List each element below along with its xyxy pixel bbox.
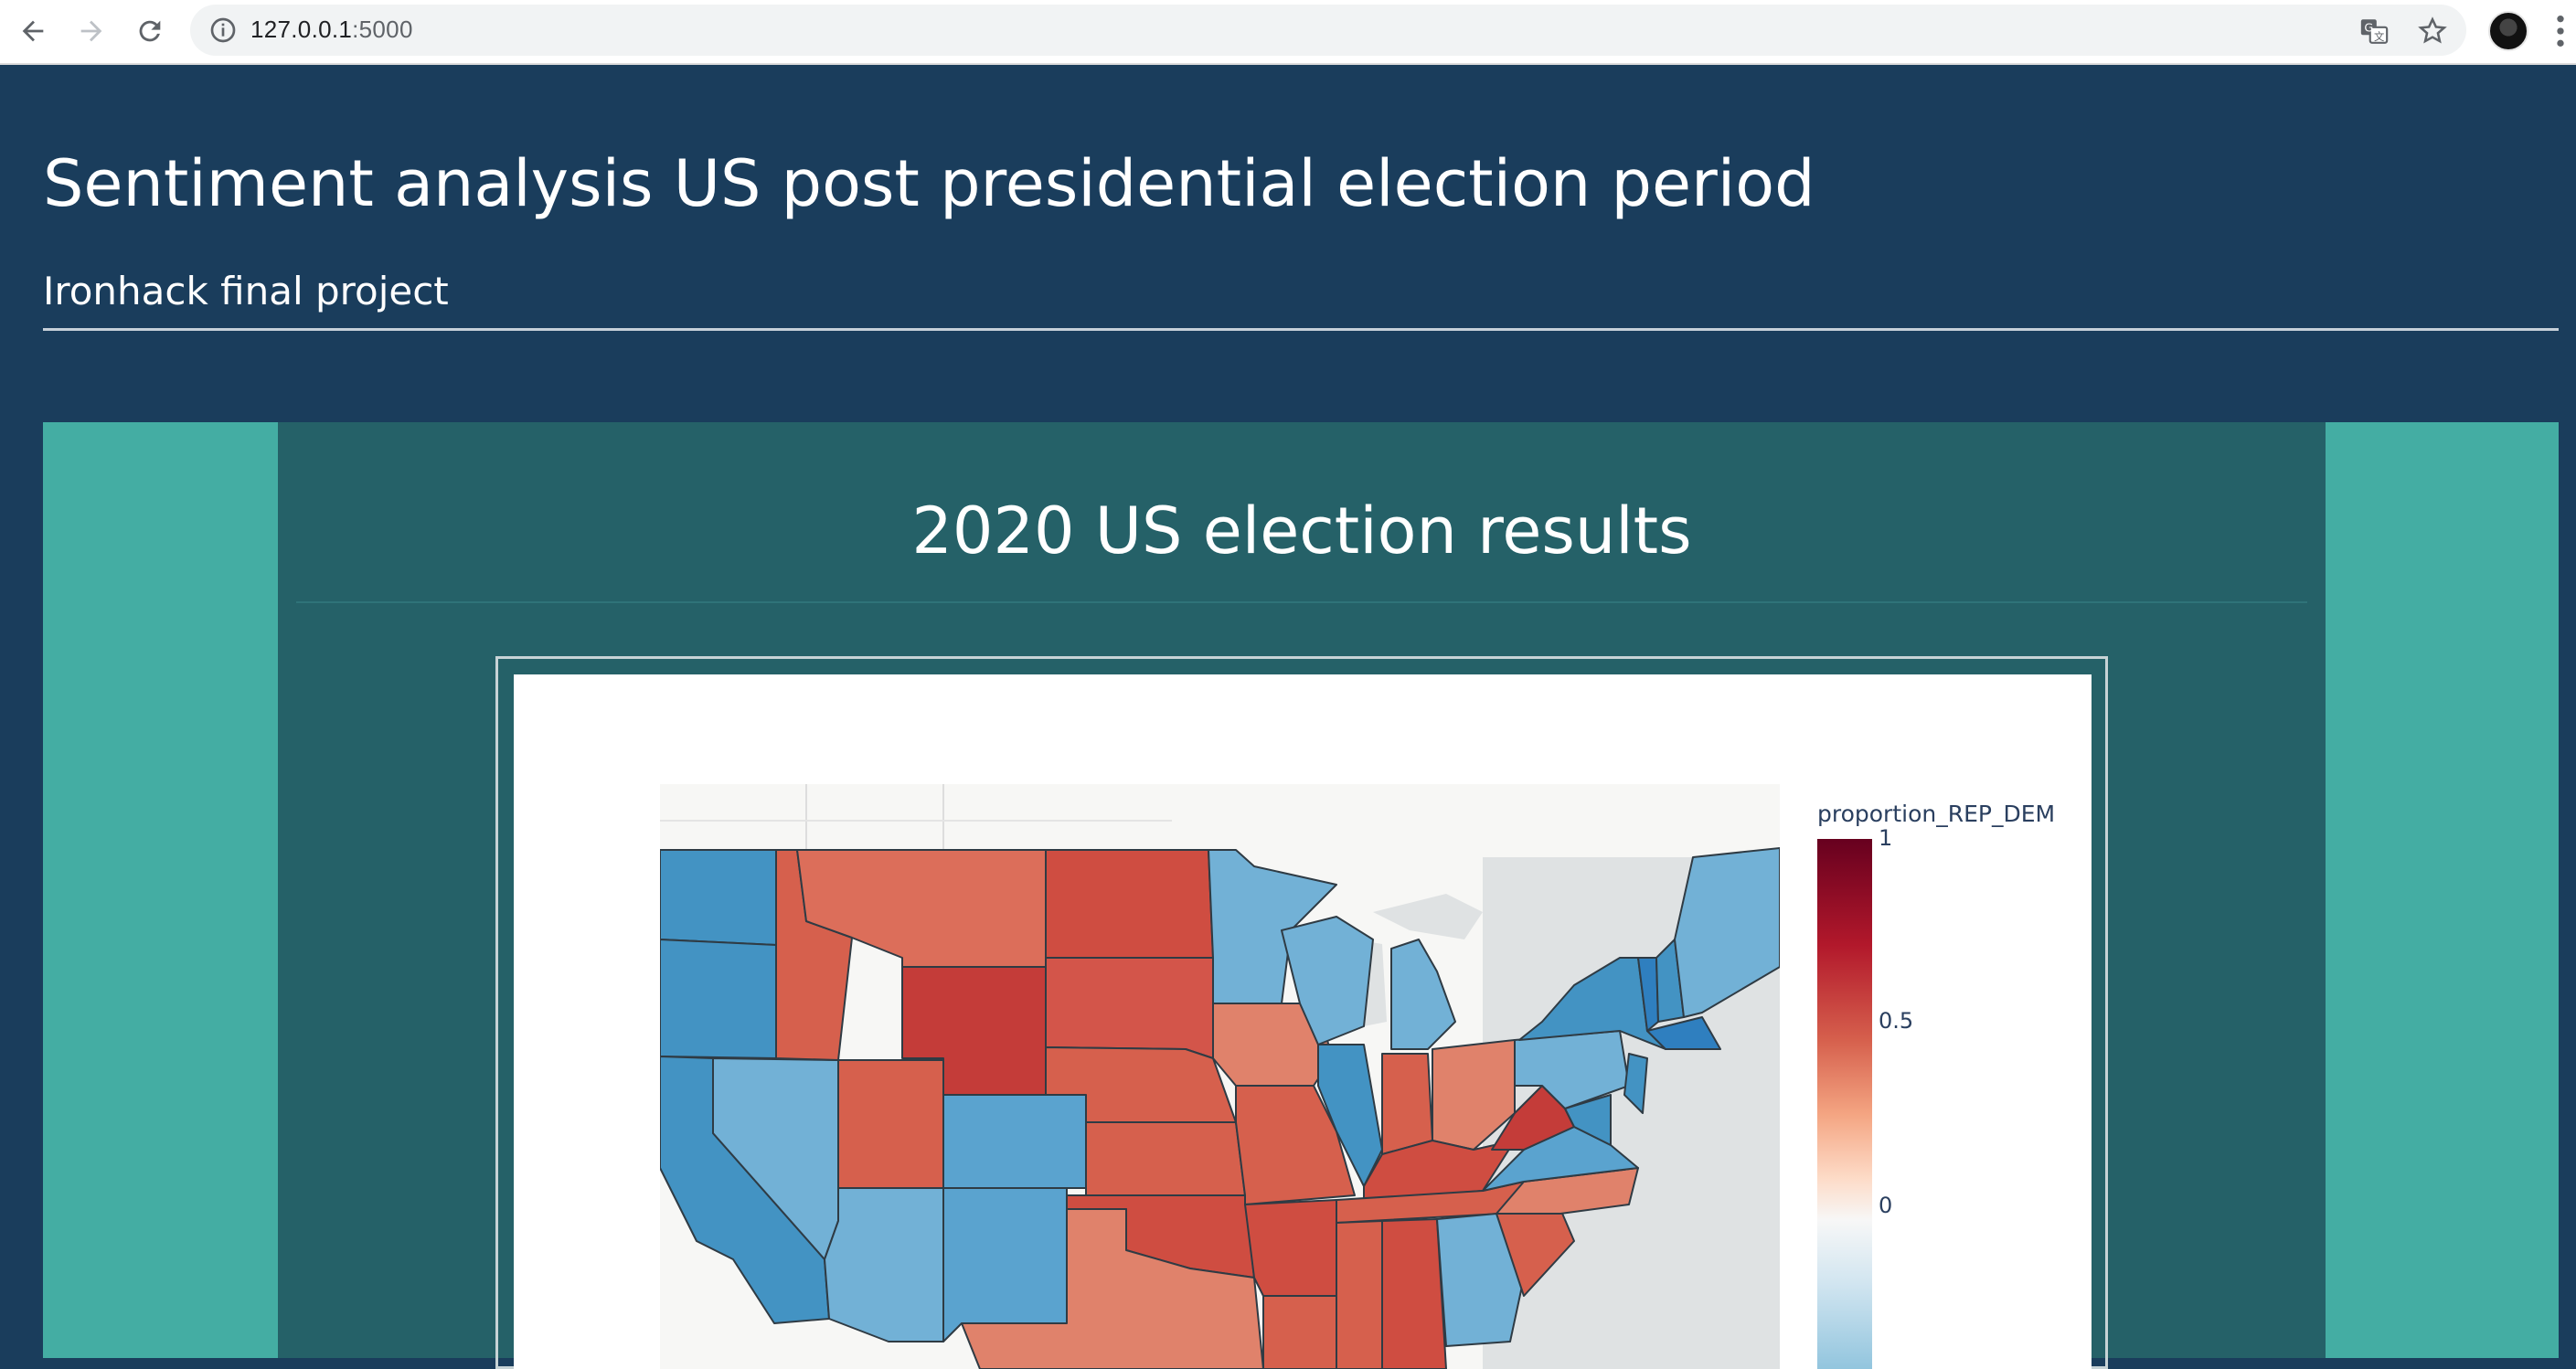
colorbar-title: proportion_REP_DEM: [1817, 801, 2056, 827]
figure-frame: proportion_REP_DEM 1 0.5 0: [495, 656, 2108, 1369]
page-title: Sentiment analysis US post presidential …: [43, 146, 1815, 221]
page-subtitle: Ironhack final project: [43, 269, 449, 313]
state-IN[interactable]: [1381, 1053, 1433, 1155]
state-KS[interactable]: [1085, 1121, 1246, 1196]
translate-icon[interactable]: G 文: [2358, 16, 2390, 47]
back-arrow-icon[interactable]: [15, 13, 51, 49]
colorbar-tick: 0.5: [1879, 1008, 1914, 1034]
svg-text:G: G: [2364, 22, 2373, 36]
section-divider: [296, 601, 2307, 603]
choropleth-map[interactable]: [660, 784, 1780, 1369]
forward-arrow-icon[interactable]: [73, 13, 110, 49]
url-text[interactable]: 127.0.0.1:5000: [250, 16, 413, 44]
section-title: 2020 US election results: [911, 493, 1692, 568]
plotly-figure[interactable]: proportion_REP_DEM 1 0.5 0: [514, 674, 2092, 1369]
state-NM[interactable]: [942, 1187, 1068, 1342]
state-UT[interactable]: [837, 1059, 944, 1189]
state-MS[interactable]: [1336, 1220, 1383, 1369]
state-AL[interactable]: [1381, 1218, 1447, 1369]
state-AR[interactable]: [1244, 1199, 1337, 1297]
svg-text:文: 文: [2374, 30, 2384, 43]
state-SD[interactable]: [1045, 957, 1214, 1059]
profile-avatar[interactable]: [2488, 11, 2528, 51]
colorbar: [1817, 839, 1872, 1369]
reload-icon[interactable]: [132, 13, 168, 49]
star-icon[interactable]: [2417, 16, 2448, 47]
colorbar-tick: 1: [1879, 825, 1893, 851]
header-divider: [43, 328, 2559, 331]
info-icon[interactable]: [208, 16, 238, 45]
more-menu-icon[interactable]: [2554, 13, 2567, 49]
browser-toolbar: 127.0.0.1:5000 G 文: [0, 0, 2576, 65]
left-side-panel: [43, 422, 278, 1358]
state-WA[interactable]: [660, 849, 777, 946]
url-port: :5000: [352, 16, 413, 43]
right-side-panel: [2326, 422, 2559, 1358]
state-ND[interactable]: [1045, 849, 1214, 959]
colorbar-tick: 0: [1879, 1193, 1893, 1218]
center-panel: 2020 US election results proportion_REP_…: [278, 422, 2326, 1369]
state-OR[interactable]: [660, 939, 777, 1059]
state-CO[interactable]: [942, 1094, 1087, 1189]
address-bar[interactable]: 127.0.0.1:5000 G 文: [190, 5, 2466, 56]
state-AZ[interactable]: [824, 1187, 944, 1342]
url-host: 127.0.0.1: [250, 16, 353, 43]
